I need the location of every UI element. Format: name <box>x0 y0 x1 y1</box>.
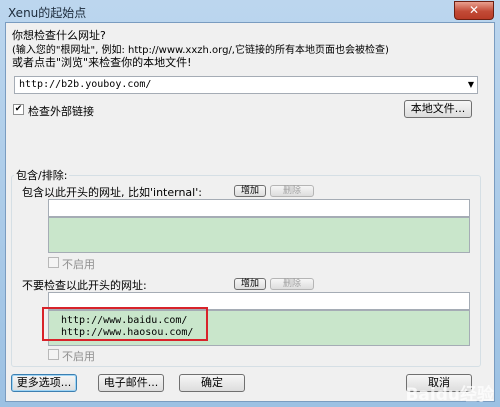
highlight-annotation-box <box>42 307 208 341</box>
exclude-remove-button[interactable]: 删除 <box>270 278 314 290</box>
close-button[interactable]: ✕ <box>454 1 494 20</box>
url-combobox[interactable]: http://b2b.youboy.com/ ▼ <box>14 76 478 94</box>
include-input[interactable] <box>48 199 470 217</box>
include-disable-checkbox[interactable] <box>48 257 59 268</box>
include-list[interactable] <box>48 217 470 253</box>
include-remove-button[interactable]: 删除 <box>270 185 314 197</box>
exclude-label: 不要检查以此开头的网址: <box>22 279 147 292</box>
dialog-window: Xenu的起始点 ✕ 你想检查什么网址? (输入您的"根网址", 例如: htt… <box>0 0 500 407</box>
url-value: http://b2b.youboy.com/ <box>19 79 152 90</box>
local-file-button[interactable]: 本地文件... <box>404 100 472 118</box>
ok-button[interactable]: 确定 <box>179 374 245 392</box>
dropdown-arrow-icon[interactable]: ▼ <box>468 80 474 89</box>
window-title: Xenu的起始点 <box>8 6 87 20</box>
include-label: 包含以此开头的网址, 比如'internal': <box>22 186 202 199</box>
exclude-disable-label: 不启用 <box>62 350 95 363</box>
include-disable-label: 不启用 <box>62 258 95 271</box>
title-bar[interactable]: Xenu的起始点 ✕ <box>0 0 500 22</box>
check-external-checkbox[interactable]: ✔ <box>13 104 24 115</box>
dialog-body: 你想检查什么网址? (输入您的"根网址", 例如: http://www.xxz… <box>5 22 495 402</box>
prompt-local-hint: 或者点击"浏览"来检查你的本地文件! <box>12 56 192 69</box>
more-options-button[interactable]: 更多选项... <box>11 374 77 392</box>
baidu-watermark-logo: Baidu经验 <box>405 385 494 405</box>
email-button[interactable]: 电子邮件... <box>98 374 164 392</box>
include-exclude-label: 包含/排除: <box>14 167 70 183</box>
check-external-label: 检查外部链接 <box>28 105 94 118</box>
exclude-disable-checkbox[interactable] <box>48 349 59 360</box>
exclude-add-button[interactable]: 增加 <box>234 278 266 290</box>
checkmark-icon: ✔ <box>14 104 23 114</box>
close-icon: ✕ <box>468 3 480 17</box>
include-add-button[interactable]: 增加 <box>234 185 266 197</box>
